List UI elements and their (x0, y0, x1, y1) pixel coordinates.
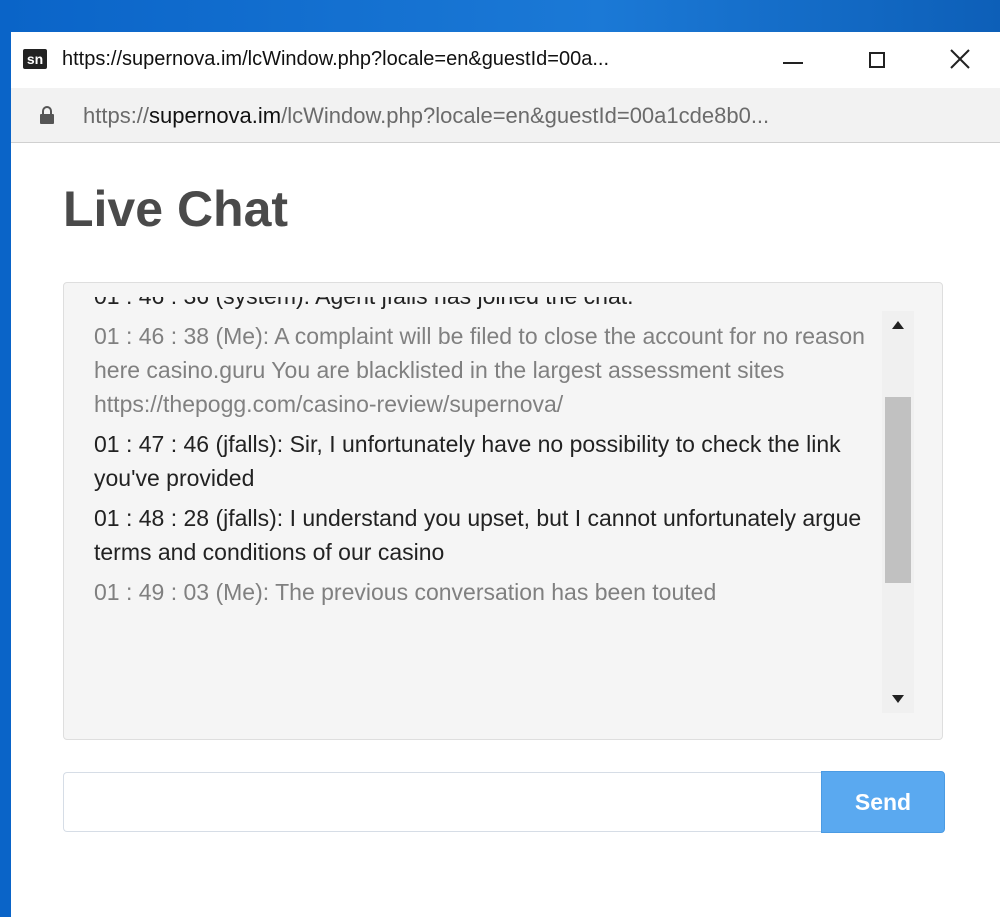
window-title: https://supernova.im/lcWindow.php?locale… (62, 48, 610, 70)
chat-message: 01 : 49 : 03 (Me): The previous conversa… (94, 579, 717, 605)
scrollbar-thumb[interactable] (885, 397, 911, 583)
minimize-button[interactable] (763, 32, 823, 88)
url-prefix: https:// (83, 103, 150, 128)
title-bar[interactable]: sn https://supernova.im/lcWindow.php?loc… (11, 32, 1000, 88)
app-icon: sn (23, 49, 47, 69)
minimize-icon (783, 62, 803, 64)
close-button[interactable] (931, 32, 991, 88)
window-border (0, 32, 11, 917)
maximize-button[interactable] (847, 32, 907, 88)
url-path: /lcWindow.php?locale=en&guestId=00a1cde8… (281, 103, 770, 128)
chat-message: 01 : 48 : 28 (jfalls): I understand you … (94, 505, 862, 565)
chat-message: 01 : 46 : 36 (system): Agent jfalls has … (94, 297, 874, 313)
scroll-down-arrow-icon[interactable] (882, 685, 914, 713)
scroll-up-arrow-icon[interactable] (882, 311, 914, 339)
chat-messages: 01 : 46 : 36 (system): Agent jfalls has … (94, 297, 874, 711)
chat-message: 01 : 46 : 38 (Me): A complaint will be f… (94, 323, 865, 417)
maximize-icon (869, 52, 885, 68)
address-bar[interactable]: https://supernova.im/lcWindow.php?locale… (11, 88, 1000, 143)
chat-message: 01 : 47 : 46 (jfalls): Sir, I unfortunat… (94, 431, 841, 491)
chat-log-panel[interactable]: 01 : 46 : 36 (system): Agent jfalls has … (63, 282, 943, 740)
url-text[interactable]: https://supernova.im/lcWindow.php?locale… (83, 103, 769, 129)
send-button[interactable]: Send (821, 771, 945, 833)
lock-icon (40, 106, 54, 124)
url-host: supernova.im (149, 103, 282, 128)
desktop-background (0, 0, 1000, 32)
message-input[interactable] (63, 772, 823, 832)
page-title: Live Chat (63, 181, 289, 237)
chat-scrollbar[interactable] (882, 311, 914, 713)
close-icon (950, 49, 970, 69)
